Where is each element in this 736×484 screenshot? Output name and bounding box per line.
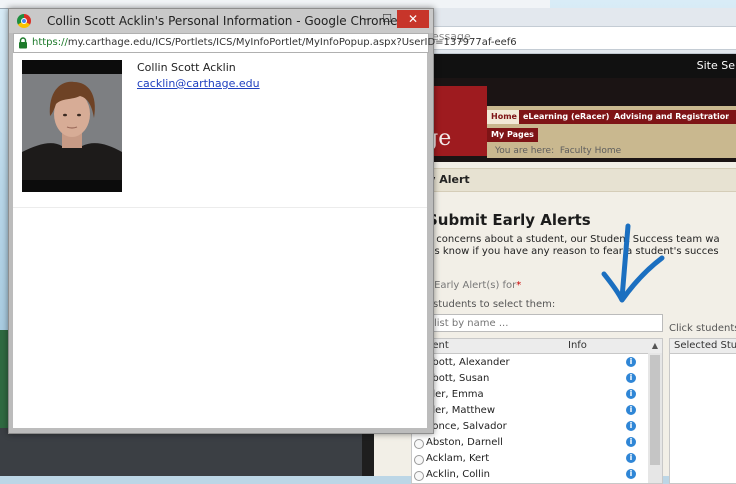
- students-hint: students to select them:: [433, 299, 556, 310]
- scroll-up-arrow-icon[interactable]: ▲: [648, 339, 662, 353]
- info-icon[interactable]: i: [626, 357, 636, 367]
- radio-icon[interactable]: [414, 455, 424, 465]
- selected-students-box: Selected Stu: [669, 338, 736, 484]
- lock-icon: [19, 37, 27, 49]
- browser-frame-edge: [362, 430, 374, 476]
- maximize-button[interactable]: ☐: [377, 12, 397, 28]
- divider: [13, 207, 427, 208]
- popup-window-title: Collin Scott Acklin's Personal Informati…: [47, 14, 398, 28]
- breadcrumb: You are here: Faculty Home: [495, 146, 621, 156]
- info-icon[interactable]: i: [626, 437, 636, 447]
- intro-text: ve concerns about a student, our Student…: [421, 234, 720, 245]
- student-name: bler, Emma: [426, 389, 484, 400]
- chrome-logo-icon: [17, 14, 31, 28]
- breadcrumb-prefix: You are here:: [495, 146, 555, 156]
- popup-address-bar[interactable]: https://my.carthage.edu/ICS/Portlets/ICS…: [13, 33, 517, 53]
- students-table: dent Info ▲ bbott, Alexander i bbott, Su…: [411, 338, 663, 484]
- nav-tab-more[interactable]: [729, 110, 736, 124]
- alerts-for-text: t Early Alert(s) for: [427, 280, 517, 291]
- taskbar-area: [0, 428, 362, 476]
- student-name: Acklin, Collin: [426, 469, 490, 480]
- table-row[interactable]: Acklam, Kert i: [412, 451, 648, 467]
- column-header-info: Info: [568, 340, 587, 351]
- student-name: bler, Matthew: [426, 405, 496, 416]
- radio-icon[interactable]: [414, 471, 424, 481]
- table-row[interactable]: bbott, Susan i: [412, 371, 648, 387]
- student-name: Acklam, Kert: [426, 453, 490, 464]
- popup-titlebar[interactable]: Collin Scott Acklin's Personal Informati…: [9, 9, 433, 33]
- selected-students-title: Selected Stu: [674, 340, 736, 351]
- info-icon[interactable]: i: [626, 405, 636, 415]
- intro-text: t us know if you have any reason to fear…: [421, 246, 719, 257]
- table-row[interactable]: bler, Emma i: [412, 387, 648, 403]
- table-row[interactable]: bbott, Alexander i: [412, 355, 648, 371]
- student-name: bbott, Alexander: [426, 357, 510, 368]
- nav-tab-elearning[interactable]: eLearning (eRacer): [519, 110, 614, 124]
- section-title: Submit Early Alerts: [427, 211, 591, 229]
- table-header: dent Info ▲: [412, 339, 662, 354]
- table-row[interactable]: Acklin, Collin i: [412, 467, 648, 483]
- annotation-arrow-icon: [601, 223, 665, 303]
- student-name: Abston, Darnell: [426, 437, 503, 448]
- student-filter-input[interactable]: [423, 314, 663, 332]
- required-marker: *: [516, 280, 522, 291]
- table-row[interactable]: bler, Matthew i: [412, 403, 648, 419]
- table-row[interactable]: Abston, Darnell i: [412, 435, 648, 451]
- nav-tab-advising[interactable]: Advising and Registration: [610, 110, 735, 124]
- info-icon[interactable]: i: [626, 453, 636, 463]
- breadcrumb-current-page[interactable]: Faculty Home: [560, 146, 621, 156]
- profile-photo-image: [22, 60, 122, 192]
- student-name: bbott, Susan: [426, 373, 490, 384]
- scrollbar-thumb[interactable]: [650, 355, 660, 465]
- nav-tab-my-pages[interactable]: My Pages: [487, 128, 538, 142]
- popup-content: Collin Scott Acklin cacklin@carthage.edu: [13, 53, 427, 428]
- radio-icon[interactable]: [414, 439, 424, 449]
- profile-popup-window: Collin Scott Acklin's Personal Informati…: [8, 8, 517, 434]
- profile-email-link[interactable]: cacklin@carthage.edu: [137, 77, 260, 90]
- profile-photo: [22, 60, 122, 192]
- info-icon[interactable]: i: [626, 421, 636, 431]
- url-path: my.carthage.edu/ICS/Portlets/ICS/MyInfoP…: [67, 37, 517, 48]
- site-search-link[interactable]: Site Se: [697, 59, 735, 72]
- profile-name: Collin Scott Acklin: [137, 61, 236, 74]
- info-icon[interactable]: i: [626, 469, 636, 479]
- close-button[interactable]: ✕: [397, 10, 429, 28]
- student-name: bonce, Salvador: [426, 421, 507, 432]
- info-icon[interactable]: i: [626, 373, 636, 383]
- selected-students-header: Selected Stu: [670, 339, 736, 354]
- table-row[interactable]: bonce, Salvador i: [412, 419, 648, 435]
- info-icon[interactable]: i: [626, 389, 636, 399]
- minimize-button[interactable]: –: [357, 12, 377, 28]
- url-scheme: https://: [32, 37, 68, 48]
- click-students-hint: Click students: [669, 323, 736, 334]
- popup-url: https://my.carthage.edu/ICS/Portlets/ICS…: [32, 37, 517, 48]
- nav-tab-home[interactable]: Home: [487, 110, 521, 124]
- alerts-for-label: t Early Alert(s) for*: [427, 280, 521, 291]
